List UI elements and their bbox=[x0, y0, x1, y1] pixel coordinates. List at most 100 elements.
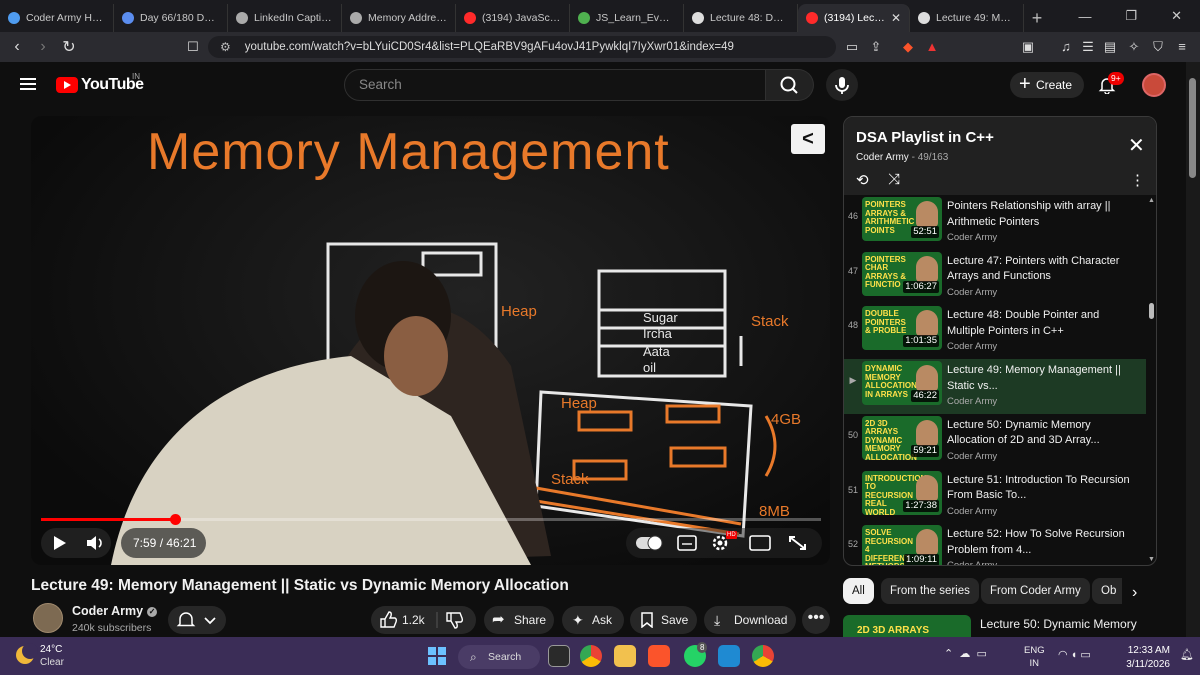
network-volume-battery-icons[interactable]: ◠ ◖ ▭ bbox=[1058, 648, 1091, 661]
taskbar-search[interactable]: ⌕ Search bbox=[458, 645, 540, 669]
close-playlist-icon[interactable]: ✕ bbox=[1128, 133, 1145, 158]
autoplay-toggle-icon[interactable] bbox=[636, 535, 663, 551]
playlist-item-channel[interactable]: Coder Army bbox=[947, 232, 997, 243]
browser-tab[interactable]: JS_Learn_Everythin bbox=[570, 4, 684, 32]
loop-icon[interactable]: ⟲ bbox=[856, 171, 869, 189]
playlist-item-channel[interactable]: Coder Army bbox=[947, 506, 997, 517]
close-window-icon[interactable]: ✕ bbox=[1171, 8, 1182, 24]
browser-tab[interactable]: Day 66/180 Double bbox=[114, 4, 228, 32]
site-info-icon[interactable]: ⚙ bbox=[220, 40, 231, 54]
filter-chip[interactable]: From Coder Army bbox=[981, 578, 1090, 604]
playlist-item-channel[interactable]: Coder Army bbox=[947, 451, 997, 462]
vscode-icon[interactable] bbox=[718, 645, 740, 667]
channel-name-text[interactable]: Coder Army bbox=[72, 604, 143, 618]
playlist-item-thumbnail[interactable]: DOUBLE POINTERS & PROBLE 1:01:35 bbox=[862, 306, 942, 351]
progress-bar[interactable] bbox=[41, 514, 821, 525]
clock[interactable]: 12:33 AM 3/11/2026 bbox=[1122, 644, 1170, 672]
weather-condition[interactable]: Clear bbox=[40, 657, 64, 668]
channel-watermark-logo[interactable]: < bbox=[791, 124, 825, 154]
playlist-item-thumbnail[interactable]: SOLVE RECURSION 4 DIFFERENT METHODS1:09:… bbox=[862, 525, 942, 565]
brave-shield-icon[interactable]: ◆ bbox=[898, 37, 918, 57]
playlist-item[interactable]: ▶ DYNAMIC MEMORY ALLOCATION IN ARRAYS 46:2… bbox=[844, 359, 1146, 415]
playlist-item[interactable]: 47 POINTERS CHAR ARRAYS & FUNCTIO 1:06:27 L… bbox=[844, 250, 1146, 305]
back-icon[interactable]: ‹ bbox=[4, 38, 30, 56]
scroll-down-icon[interactable]: ▼ bbox=[1148, 556, 1155, 563]
notification-center-icon[interactable]: 🔔︎ bbox=[1180, 648, 1194, 661]
browser-tab[interactable]: Coder Army Home bbox=[0, 4, 114, 32]
windows-start-icon[interactable] bbox=[428, 647, 446, 665]
chrome-icon[interactable] bbox=[580, 645, 602, 667]
chips-next-icon[interactable]: › bbox=[1132, 584, 1137, 602]
playlist-item-title[interactable]: Lecture 48: Double Pointer and Multiple … bbox=[947, 308, 1137, 339]
browser-tab[interactable]: Memory Addressing bbox=[342, 4, 456, 32]
brave-rewards-icon[interactable]: ▲ bbox=[922, 37, 942, 57]
vpn-icon[interactable]: ⛉ bbox=[1148, 37, 1168, 57]
shuffle-icon[interactable]: ⤨ bbox=[888, 171, 900, 188]
menu-icon[interactable]: ≡ bbox=[1172, 37, 1192, 57]
filter-chip[interactable]: All bbox=[843, 578, 874, 604]
browser-tab[interactable]: LinkedIn Caption G bbox=[228, 4, 342, 32]
media-icon[interactable]: ♫ bbox=[1056, 37, 1076, 57]
channel-name[interactable]: Coder Army ✓ bbox=[72, 604, 158, 618]
install-app-icon[interactable]: ▭ bbox=[842, 37, 862, 57]
playlist-item-channel[interactable]: Coder Army bbox=[947, 341, 997, 352]
more-actions-button[interactable]: ••• bbox=[802, 606, 830, 634]
guide-menu-icon[interactable] bbox=[20, 78, 36, 90]
playlist-item-thumbnail[interactable]: INTRODUCTION TO RECURSION REAL WORLD EXA… bbox=[862, 470, 942, 515]
playlist-item-channel[interactable]: Coder Army bbox=[947, 560, 997, 565]
minimize-icon[interactable]: — bbox=[1078, 9, 1091, 24]
fullscreen-icon[interactable] bbox=[789, 536, 806, 550]
playlist-item[interactable]: 46 POINTERS ARRAYS & ARITHMETIC POINTS 52:… bbox=[844, 195, 1146, 250]
playlist-item-title[interactable]: Lecture 51: Introduction To Recursion Fr… bbox=[947, 473, 1137, 504]
reader-mode-icon[interactable]: ▣ bbox=[1018, 37, 1038, 57]
scroll-up-icon[interactable]: ▲ bbox=[1148, 197, 1155, 204]
playlist-scrollbar[interactable]: ▲ ▼ bbox=[1147, 195, 1156, 565]
playlist-item-title[interactable]: Lecture 47: Pointers with Character Arra… bbox=[947, 254, 1137, 285]
subscribed-bell-button[interactable] bbox=[168, 606, 226, 634]
file-explorer-icon[interactable] bbox=[614, 645, 636, 667]
playlist-more-icon[interactable]: ⋮ bbox=[1130, 171, 1145, 189]
video-player[interactable]: Heap Stack Heap Stack 4GB 8MB Sugar Ircha Aat… bbox=[31, 116, 830, 565]
search-input[interactable]: Search bbox=[344, 69, 766, 101]
browser-tab[interactable]: (3194) JavaScript F bbox=[456, 4, 570, 32]
channel-avatar[interactable] bbox=[33, 603, 63, 633]
share-button[interactable]: ➦ Share bbox=[484, 606, 554, 634]
voice-search-button[interactable] bbox=[826, 69, 858, 101]
page-scroll-thumb[interactable] bbox=[1189, 78, 1196, 178]
task-view-icon[interactable] bbox=[548, 645, 570, 667]
share-page-icon[interactable]: ⇪ bbox=[866, 37, 886, 57]
save-button[interactable]: Save bbox=[630, 606, 697, 634]
filter-chip[interactable]: Ob bbox=[1092, 578, 1122, 604]
system-tray-icons[interactable]: ⌃ ☁ ▭ bbox=[944, 647, 987, 660]
playlist-item-title[interactable]: Lecture 50: Dynamic Memory Allocation of… bbox=[947, 418, 1137, 449]
playlist-scroll-thumb[interactable] bbox=[1149, 303, 1154, 319]
forward-icon[interactable]: › bbox=[30, 38, 56, 56]
theater-mode-icon[interactable] bbox=[749, 535, 771, 551]
volume-icon[interactable] bbox=[87, 536, 102, 550]
reload-icon[interactable]: ↻ bbox=[56, 37, 82, 57]
language-indicator[interactable]: ENG IN bbox=[1024, 644, 1045, 670]
next-video-thumbnail[interactable]: 2D 3D ARRAYS bbox=[843, 615, 971, 637]
playlist-item-channel[interactable]: Coder Army bbox=[947, 287, 997, 298]
reading-list-icon[interactable]: ☰ bbox=[1078, 37, 1098, 57]
playlist-channel[interactable]: Coder Army bbox=[856, 152, 909, 163]
bookmark-icon[interactable]: ☐ bbox=[183, 37, 203, 57]
subtitles-icon[interactable] bbox=[677, 535, 697, 551]
chrome-profile-icon[interactable] bbox=[752, 645, 774, 667]
like-count[interactable]: 1.2k bbox=[402, 606, 425, 634]
ask-button[interactable]: ✦ Ask bbox=[562, 606, 624, 634]
search-button[interactable] bbox=[766, 69, 814, 101]
address-bar[interactable]: ⚙ youtube.com/watch?v=bLYuiCD0Sr4&list=P… bbox=[208, 36, 836, 58]
playlist-item-channel[interactable]: Coder Army bbox=[947, 396, 997, 407]
youtube-logo-icon[interactable] bbox=[56, 77, 78, 93]
browser-tab[interactable]: Lecture 48: Double bbox=[684, 4, 798, 32]
like-icon[interactable] bbox=[380, 611, 398, 628]
brave-icon[interactable] bbox=[648, 645, 670, 667]
next-video-title[interactable]: Lecture 50: Dynamic Memory bbox=[980, 617, 1137, 631]
play-icon[interactable] bbox=[54, 536, 66, 550]
playlist-item[interactable]: 48 DOUBLE POINTERS & PROBLE 1:01:35 Lecture… bbox=[844, 304, 1146, 359]
wallet-icon[interactable]: ▤ bbox=[1100, 37, 1120, 57]
browser-tab[interactable]: Lecture 49: Memo bbox=[910, 4, 1024, 32]
playlist-item-thumbnail[interactable]: POINTERS CHAR ARRAYS & FUNCTIO 1:06:27 bbox=[862, 251, 942, 296]
new-tab-icon[interactable]: + bbox=[1024, 4, 1050, 32]
